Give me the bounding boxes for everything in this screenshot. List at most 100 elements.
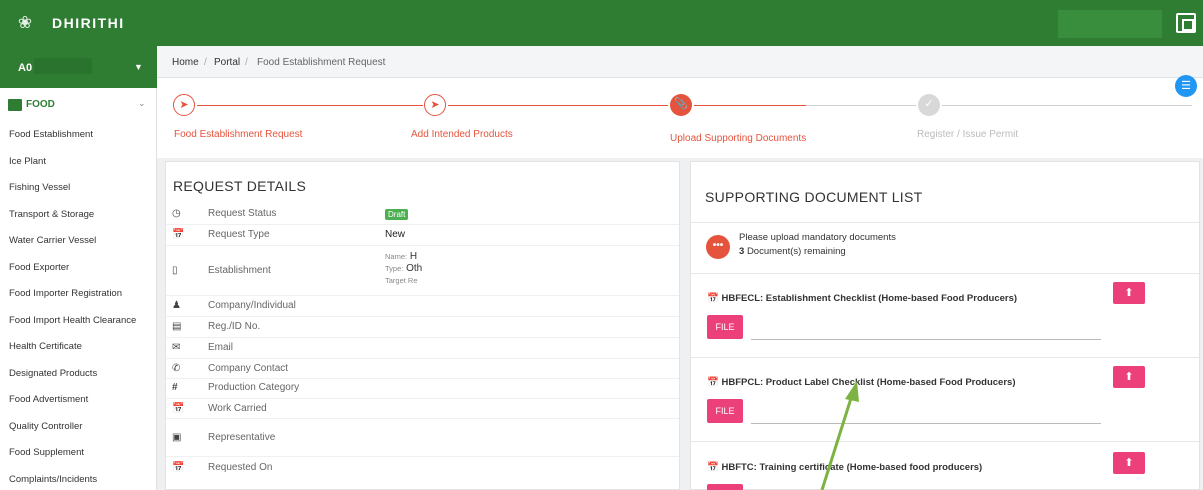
sidebar-item-water-carrier-vessel[interactable]: Water Carrier Vessel: [0, 228, 157, 255]
breadcrumb-separator: /: [204, 57, 207, 68]
row-email: ✉ Email: [166, 338, 679, 359]
step-label-upload[interactable]: Upload Supporting Documents: [670, 133, 806, 144]
label-work: Work Carried: [208, 403, 267, 414]
document-name: 📅 HBFECL: Establishment Checklist (Home-…: [707, 293, 1018, 304]
divider: [691, 222, 1199, 223]
hash-icon: #: [172, 382, 178, 393]
more-icon: •••: [706, 235, 730, 259]
step-label-register[interactable]: Register / Issue Permit: [917, 129, 1018, 140]
send-icon[interactable]: ➤: [424, 94, 446, 116]
file-button[interactable]: FILE: [707, 315, 743, 339]
user-name-redacted: [34, 58, 92, 74]
row-request-status: ◷ Request Status Draft: [166, 205, 679, 225]
progress-stepper: ➤ ➤ 📎 ✓ Food Establishment Request Add I…: [157, 78, 1203, 158]
breadcrumb-portal[interactable]: Portal: [214, 57, 240, 68]
check-icon[interactable]: ✓: [918, 94, 940, 116]
people-icon: ♟: [172, 300, 181, 311]
type-value: Oth: [406, 263, 423, 274]
row-contact: ✆ Company Contact: [166, 359, 679, 379]
envelope-icon: ✉: [172, 342, 181, 353]
step-connector: [448, 105, 668, 106]
sidebar-nav-list: Food Establishment Ice Plant Fishing Ves…: [0, 122, 157, 490]
top-bar: ❀ DHIRITHI: [0, 0, 1203, 46]
file-input-field[interactable]: [751, 423, 1101, 424]
label-reg-id: Reg./ID No.: [208, 321, 261, 332]
request-details-title: REQUEST DETAILS: [173, 178, 307, 194]
sidebar-item-food-advertisment[interactable]: Food Advertisment: [0, 387, 157, 414]
sidebar-item-food-exporter[interactable]: Food Exporter: [0, 255, 157, 282]
send-icon[interactable]: ➤: [173, 94, 195, 116]
calendar-icon: 📅: [172, 229, 185, 240]
upload-button[interactable]: ⬆: [1113, 282, 1145, 304]
sidebar-item-transport-storage[interactable]: Transport & Storage: [0, 202, 157, 229]
sidebar-item-food-importer-registration[interactable]: Food Importer Registration: [0, 281, 157, 308]
sidebar-item-food-establishment[interactable]: Food Establishment: [0, 122, 157, 149]
document-name-text: HBFTC: Training certificate (Home-based …: [721, 462, 983, 473]
sidebar-item-designated-products[interactable]: Designated Products: [0, 361, 157, 388]
calendar-icon: 📅: [172, 403, 185, 414]
file-input-field[interactable]: [751, 339, 1101, 340]
sidebar-group-food[interactable]: FOOD ⌄: [8, 98, 153, 116]
remaining-label: Document(s) remaining: [746, 246, 846, 257]
row-company: ♟ Company/Individual: [166, 296, 679, 317]
breadcrumb-home[interactable]: Home: [172, 57, 199, 68]
step-connector: [694, 105, 806, 106]
food-icon: [8, 99, 22, 111]
sidebar-item-food-import-health-clearance[interactable]: Food Import Health Clearance: [0, 308, 157, 335]
step-label-products[interactable]: Add Intended Products: [411, 129, 513, 140]
sidebar: A0 ▼ FOOD ⌄ Food Establishment Ice Plant…: [0, 46, 157, 490]
upload-instruction: Please upload mandatory documents: [739, 232, 896, 243]
list-icon[interactable]: ☰: [1175, 75, 1197, 97]
fullscreen-icon[interactable]: [1176, 13, 1196, 33]
sidebar-item-health-certificate[interactable]: Health Certificate: [0, 334, 157, 361]
breadcrumb-current: Food Establishment Request: [257, 57, 386, 68]
chevron-down-icon[interactable]: ⌄: [138, 98, 146, 109]
file-button[interactable]: [707, 484, 743, 490]
file-button[interactable]: FILE: [707, 399, 743, 423]
row-representative: ▣ Representative: [166, 419, 679, 457]
row-category: # Production Category: [166, 379, 679, 399]
label-requested-on: Requested On: [208, 462, 273, 473]
clock-icon: ◷: [172, 208, 181, 219]
row-reg-id: ▤ Reg./ID No.: [166, 317, 679, 338]
label-request-type: Request Type: [208, 229, 270, 240]
row-work: 📅 Work Carried: [166, 399, 679, 419]
user-selector[interactable]: A0 ▼: [0, 46, 157, 88]
paperclip-icon[interactable]: 📎: [670, 94, 692, 116]
document-item: 📅 HBFECL: Establishment Checklist (Home-…: [691, 273, 1199, 357]
building-icon: ▯: [172, 265, 178, 276]
documents-title: SUPPORTING DOCUMENT LIST: [705, 189, 923, 205]
sidebar-item-quality-controller[interactable]: Quality Controller: [0, 414, 157, 441]
label-request-status: Request Status: [208, 208, 277, 219]
breadcrumb: Home / Portal / Food Establishment Reque…: [157, 46, 1203, 78]
user-name: A0: [18, 62, 33, 74]
image-icon: ▣: [172, 432, 182, 443]
value-request-type: New: [385, 229, 406, 240]
document-name: 📅 HBFPCL: Product Label Checklist (Home-…: [707, 377, 1016, 388]
document-item: 📅 HBFPCL: Product Label Checklist (Home-…: [691, 357, 1199, 441]
caret-down-icon[interactable]: ▼: [134, 62, 143, 72]
sidebar-item-complaints-incidents[interactable]: Complaints/Incidents: [0, 467, 157, 490]
label-email: Email: [208, 342, 234, 353]
user-info-box[interactable]: [1058, 10, 1162, 38]
sidebar-group-label: FOOD: [26, 99, 55, 110]
emblem-icon: ❀: [17, 13, 33, 32]
breadcrumb-separator: /: [245, 57, 248, 68]
row-establishment: ▯ Establishment Name: H Type: Oth Target…: [166, 246, 679, 296]
document-name-text: HBFECL: Establishment Checklist (Home-ba…: [721, 293, 1018, 304]
step-label-request[interactable]: Food Establishment Request: [174, 129, 302, 140]
sidebar-item-fishing-vessel[interactable]: Fishing Vessel: [0, 175, 157, 202]
label-contact: Company Contact: [208, 363, 289, 374]
sidebar-item-food-supplement[interactable]: Food Supplement: [0, 440, 157, 467]
name-key: Name:: [385, 252, 408, 261]
phone-icon: ✆: [172, 363, 181, 374]
sidebar-item-ice-plant[interactable]: Ice Plant: [0, 149, 157, 176]
status-badge: Draft: [385, 209, 409, 220]
step-connector: [197, 105, 423, 106]
establishment-details: Name: H Type: Oth Target Re: [385, 251, 422, 287]
upload-button[interactable]: ⬆: [1113, 452, 1145, 474]
remaining-count: 3: [739, 246, 745, 257]
upload-button[interactable]: ⬆: [1113, 366, 1145, 388]
name-value: H: [409, 251, 418, 262]
document-name-text: HBFPCL: Product Label Checklist (Home-ba…: [721, 377, 1016, 388]
